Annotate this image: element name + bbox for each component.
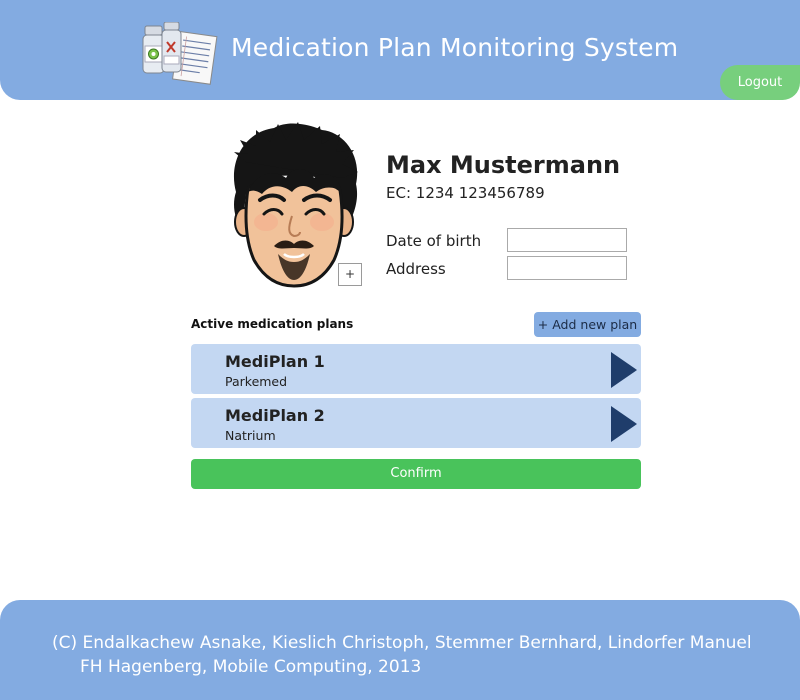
patient-name: Max Mustermann bbox=[386, 151, 621, 179]
plan-subtitle: Natrium bbox=[225, 428, 276, 443]
plan-item-mediplan-2[interactable]: MediPlan 2 Natrium bbox=[191, 398, 641, 448]
date-of-birth-field[interactable] bbox=[507, 228, 627, 252]
confirm-button[interactable]: Confirm bbox=[191, 459, 641, 489]
address-label: Address bbox=[386, 260, 446, 278]
app-title: Medication Plan Monitoring System bbox=[231, 33, 679, 62]
page: Medication Plan Monitoring System Logout… bbox=[0, 0, 800, 700]
date-of-birth-label: Date of birth bbox=[386, 232, 482, 250]
add-new-plan-button[interactable]: + Add new plan bbox=[534, 312, 641, 337]
plan-item-mediplan-1[interactable]: MediPlan 1 Parkemed bbox=[191, 344, 641, 394]
patient-ec-number: EC: 1234 123456789 bbox=[386, 184, 545, 202]
active-plans-heading: Active medication plans bbox=[191, 317, 354, 331]
logout-button[interactable]: Logout bbox=[720, 65, 800, 100]
plan-name: MediPlan 1 bbox=[225, 352, 325, 371]
footer-bar: (C) Endalkachew Asnake, Kieslich Christo… bbox=[0, 600, 800, 700]
medication-bottles-document-icon bbox=[142, 22, 218, 85]
plan-subtitle: Parkemed bbox=[225, 374, 288, 389]
footer-copyright: (C) Endalkachew Asnake, Kieslich Christo… bbox=[52, 633, 752, 653]
add-photo-button[interactable]: + bbox=[338, 263, 362, 286]
plan-name: MediPlan 2 bbox=[225, 406, 325, 425]
play-arrow-icon[interactable] bbox=[611, 406, 637, 442]
footer-institution: FH Hagenberg, Mobile Computing, 2013 bbox=[80, 657, 422, 677]
play-arrow-icon[interactable] bbox=[611, 352, 637, 388]
address-field[interactable] bbox=[507, 256, 627, 280]
header-bar: Medication Plan Monitoring System Logout bbox=[0, 0, 800, 100]
